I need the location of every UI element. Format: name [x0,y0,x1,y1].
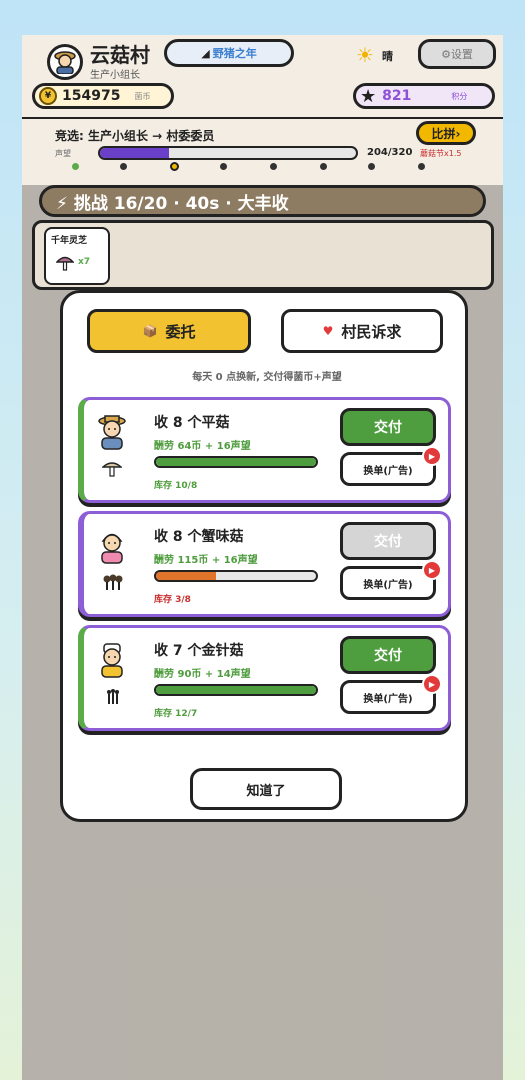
header-divider [22,117,503,119]
coin-counter: ¥ 154975 菌币 [32,83,174,109]
modal-subtitle: 每天 0 点换新, 交付得菌币+声望 [192,372,342,383]
stock-progress-fill [156,458,316,466]
play-ad-icon: ▶ [422,674,442,694]
reputation-bar [98,146,358,160]
order-card: 收 8 个平菇 酬劳 64币 + 16声望 库存 10/8 交付 换单(广告) ▶ [78,397,451,503]
stock-progress-fill [156,572,216,580]
order-title: 收 8 个蟹味菇 [154,529,244,545]
coin-icon: ¥ [39,87,57,105]
challenge-item-card: 千年灵芝 x7 [44,227,110,285]
villager-icon [97,414,127,450]
compete-button[interactable]: 比拼› [416,121,476,145]
points-value: 821 [382,88,412,104]
milestone-dot [72,163,79,170]
order-reward: 酬劳 115币 + 16声望 [154,555,258,566]
order-reward: 酬劳 90币 + 14声望 [154,669,251,680]
deliver-button[interactable]: 交付 [340,522,436,560]
milestone-dot [120,163,127,170]
villager-avatar-icon [54,51,76,74]
reputation-value: 204/320 [367,147,413,158]
tab-villager-requests[interactable]: ♥ 村民诉求 [281,309,443,353]
game-screen: 云菇村 生产小组长 ◢ 野猪之年 ☀ 晴 ⚙设置 ¥ 154975 菌币 ★ 8… [22,35,503,1080]
milestone-dot-current [170,162,179,171]
stock-count: 库存 12/7 [154,709,198,719]
points-label: 积分 [451,91,468,101]
deliver-button[interactable]: 交付 [340,408,436,446]
order-title: 收 7 个金针菇 [154,643,244,659]
coin-value: 154975 [62,88,121,104]
order-title: 收 8 个平菇 [154,415,230,431]
challenge-bar: ⚡ 挑战 16/20 · 40s · 大丰收 [39,185,486,217]
tab-commission[interactable]: 📦 委托 [87,309,251,353]
milestone-dot [368,163,375,170]
coin-label: 菌币 [134,91,151,101]
commission-modal: 📦 委托 ♥ 村民诉求 每天 0 点换新, 交付得菌币+声望 收 8 个平菇酬劳… [60,290,468,822]
shimeji-mushroom-icon [102,574,124,596]
event-label: 野猪之年 [212,47,257,60]
milestone-dot [220,163,227,170]
settings-button[interactable]: ⚙设置 [418,39,496,69]
player-role: 生产小组长 [90,70,140,81]
reputation-fill [100,148,170,158]
stock-progress-bar [154,456,318,468]
villager-icon [97,528,127,564]
item-quantity: x7 [78,257,91,267]
enoki-mushroom-icon [102,688,124,710]
play-ad-icon: ▶ [422,560,442,580]
stock-progress-bar [154,570,318,582]
heart-icon: ♥ [322,324,334,338]
package-icon: 📦 [142,324,158,338]
stock-progress-bar [154,684,318,696]
stock-progress-fill [156,686,316,694]
star-icon: ★ [360,85,377,107]
village-name: 云菇村 [90,43,150,67]
stock-count: 库存 3/8 [154,595,191,605]
weather-label: 晴 [382,50,393,63]
oyster-mushroom-icon [101,460,123,482]
lingzhi-icon [56,256,74,271]
item-name: 千年灵芝 [51,236,88,246]
stock-count: 库存 10/8 [154,481,198,491]
reputation-label: 声望 [55,149,71,158]
competition-text: 竞选: 生产小组长 → 村委委员 [55,129,215,143]
play-ad-icon: ▶ [422,446,442,466]
villager-icon [97,642,127,678]
order-reward: 酬劳 64币 + 16声望 [154,441,251,452]
event-badge[interactable]: ◢ 野猪之年 [164,39,294,67]
order-card: 收 8 个蟹味菇 酬劳 115币 + 16声望 库存 3/8 交付 换单(广告) ▶ [78,511,451,617]
points-counter: ★ 821 积分 [353,83,495,109]
festival-badge: 蘑菇节x1.5 [420,149,462,158]
boar-icon: ◢ [201,46,210,60]
milestone-dot [270,163,277,170]
confirm-button[interactable]: 知道了 [190,768,342,810]
sun-icon: ☀ [356,43,374,67]
milestone-dot [320,163,327,170]
order-card: 收 7 个金针菇 酬劳 90币 + 14声望 库存 12/7 交付 换单(广告) ▶ [78,625,451,731]
tab-commission-label: 委托 [165,322,196,341]
avatar[interactable] [47,44,83,80]
tab-requests-label: 村民诉求 [341,322,402,341]
milestone-dot [418,163,425,170]
deliver-button[interactable]: 交付 [340,636,436,674]
